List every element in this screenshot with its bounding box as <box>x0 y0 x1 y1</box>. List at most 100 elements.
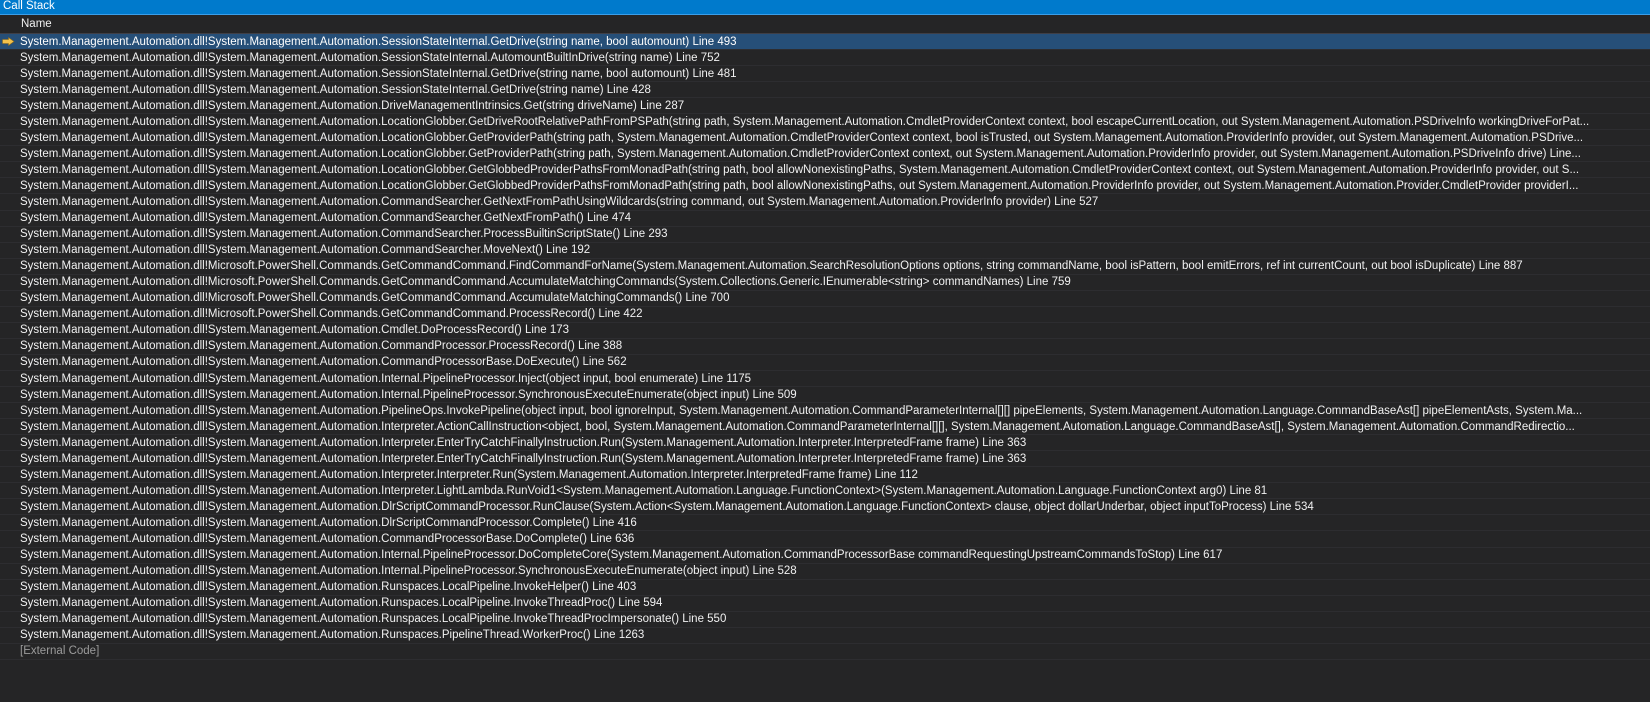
frame-gutter <box>0 34 17 49</box>
frame-name: System.Management.Automation.dll!System.… <box>20 83 651 96</box>
frame-gutter <box>0 499 17 514</box>
frame-gutter <box>0 435 17 450</box>
frame-gutter <box>0 548 17 563</box>
call-stack-window-title: Call Stack <box>0 0 1650 15</box>
frame-name: System.Management.Automation.dll!System.… <box>20 597 663 610</box>
frame-name: System.Management.Automation.dll!System.… <box>20 420 1575 433</box>
frame-name: System.Management.Automation.dll!System.… <box>20 115 1590 128</box>
frame-gutter <box>0 66 17 81</box>
call-stack-list[interactable]: System.Management.Automation.dll!System.… <box>0 34 1650 660</box>
frame-name: System.Management.Automation.dll!System.… <box>20 532 635 545</box>
frame-gutter <box>0 259 17 274</box>
frame-gutter <box>0 596 17 611</box>
call-stack-frame-row[interactable]: System.Management.Automation.dll!System.… <box>0 178 1650 195</box>
frame-name: System.Management.Automation.dll!System.… <box>20 388 797 401</box>
frame-name: System.Management.Automation.dll!System.… <box>20 613 727 626</box>
frame-gutter <box>0 194 17 209</box>
frame-gutter <box>0 387 17 402</box>
frame-gutter <box>0 515 17 530</box>
call-stack-frame-row[interactable]: System.Management.Automation.dll!System.… <box>0 146 1650 163</box>
call-stack-frame-row[interactable]: System.Management.Automation.dll!System.… <box>0 211 1650 227</box>
call-stack-frame-row[interactable]: System.Management.Automation.dll!System.… <box>0 435 1650 452</box>
frame-gutter <box>0 580 17 595</box>
call-stack-frame-row[interactable]: System.Management.Automation.dll!System.… <box>0 323 1650 339</box>
call-stack-frame-row[interactable]: [External Code] <box>0 644 1650 660</box>
frame-gutter <box>0 275 17 290</box>
call-stack-frame-row[interactable]: System.Management.Automation.dll!System.… <box>0 403 1650 420</box>
call-stack-frame-row[interactable]: System.Management.Automation.dll!System.… <box>0 387 1650 404</box>
call-stack-frame-row[interactable]: System.Management.Automation.dll!System.… <box>0 243 1650 259</box>
frame-name: System.Management.Automation.dll!System.… <box>20 212 632 225</box>
call-stack-frame-row[interactable]: System.Management.Automation.dll!System.… <box>0 451 1650 468</box>
frame-name: System.Management.Automation.dll!System.… <box>20 436 1027 449</box>
call-stack-frame-row[interactable]: System.Management.Automation.dll!System.… <box>0 227 1650 243</box>
frame-gutter <box>0 419 17 434</box>
frame-name: System.Management.Automation.dll!System.… <box>20 228 668 241</box>
frame-gutter <box>0 178 17 193</box>
frame-name: System.Management.Automation.dll!System.… <box>20 500 1314 513</box>
frame-name: System.Management.Automation.dll!Microso… <box>20 276 1071 289</box>
call-stack-frame-row[interactable]: System.Management.Automation.dll!System.… <box>0 50 1650 67</box>
frame-gutter <box>0 483 17 498</box>
frame-name: System.Management.Automation.dll!System.… <box>20 581 637 594</box>
call-stack-frame-row[interactable]: System.Management.Automation.dll!System.… <box>0 499 1650 516</box>
frame-gutter <box>0 162 17 177</box>
frame-gutter <box>0 243 17 258</box>
frame-name: System.Management.Automation.dll!System.… <box>20 99 685 112</box>
call-stack-frame-row[interactable]: System.Management.Automation.dll!System.… <box>0 162 1650 179</box>
frame-name: System.Management.Automation.dll!System.… <box>20 340 623 353</box>
frame-name: System.Management.Automation.dll!System.… <box>20 516 637 529</box>
call-stack-frame-row[interactable]: System.Management.Automation.dll!System.… <box>0 483 1650 500</box>
call-stack-frame-row[interactable]: System.Management.Automation.dll!System.… <box>0 515 1650 532</box>
call-stack-frame-row[interactable]: System.Management.Automation.dll!System.… <box>0 596 1650 612</box>
frame-gutter <box>0 564 17 579</box>
external-code-label: [External Code] <box>20 645 100 658</box>
call-stack-frame-row[interactable]: System.Management.Automation.dll!System.… <box>0 339 1650 355</box>
call-stack-frame-row[interactable]: System.Management.Automation.dll!Microso… <box>0 275 1650 291</box>
frame-name: System.Management.Automation.dll!System.… <box>20 452 1027 465</box>
call-stack-frame-row[interactable]: System.Management.Automation.dll!System.… <box>0 82 1650 99</box>
frame-name: System.Management.Automation.dll!Microso… <box>20 260 1523 273</box>
frame-name: System.Management.Automation.dll!System.… <box>20 404 1583 417</box>
call-stack-frame-row[interactable]: System.Management.Automation.dll!System.… <box>0 628 1650 644</box>
call-stack-frame-row[interactable]: System.Management.Automation.dll!System.… <box>0 612 1650 628</box>
call-stack-frame-row[interactable]: System.Management.Automation.dll!System.… <box>0 98 1650 115</box>
call-stack-frame-row[interactable]: System.Management.Automation.dll!System.… <box>0 114 1650 131</box>
frame-gutter <box>0 371 17 386</box>
frame-gutter <box>0 339 17 354</box>
call-stack-frame-row[interactable]: System.Management.Automation.dll!System.… <box>0 548 1650 564</box>
call-stack-frame-row[interactable]: System.Management.Automation.dll!System.… <box>0 194 1650 211</box>
frame-gutter <box>0 323 17 338</box>
frame-name: System.Management.Automation.dll!System.… <box>20 629 645 642</box>
call-stack-frame-row[interactable]: System.Management.Automation.dll!Microso… <box>0 291 1650 307</box>
frame-gutter <box>0 82 17 97</box>
frame-name: System.Management.Automation.dll!System.… <box>20 147 1581 160</box>
frame-gutter <box>0 612 17 627</box>
call-stack-frame-row[interactable]: System.Management.Automation.dll!Microso… <box>0 259 1650 275</box>
column-header-name[interactable]: Name <box>17 15 52 33</box>
frame-name: System.Management.Automation.dll!System.… <box>20 565 797 578</box>
frame-name: System.Management.Automation.dll!System.… <box>20 549 1223 562</box>
call-stack-frame-row[interactable]: System.Management.Automation.dll!Microso… <box>0 307 1650 323</box>
call-stack-frame-row[interactable]: System.Management.Automation.dll!System.… <box>0 531 1650 548</box>
frame-name: System.Management.Automation.dll!Microso… <box>20 292 730 305</box>
call-stack-frame-row[interactable]: System.Management.Automation.dll!System.… <box>0 130 1650 147</box>
call-stack-frame-row[interactable]: System.Management.Automation.dll!System.… <box>0 66 1650 83</box>
call-stack-frame-row[interactable]: System.Management.Automation.dll!System.… <box>0 580 1650 596</box>
call-stack-frame-row[interactable]: System.Management.Automation.dll!System.… <box>0 419 1650 436</box>
frame-gutter <box>0 355 17 370</box>
call-stack-frame-row[interactable]: System.Management.Automation.dll!System.… <box>0 34 1650 51</box>
call-stack-frame-row[interactable]: System.Management.Automation.dll!System.… <box>0 355 1650 371</box>
frame-gutter <box>0 467 17 482</box>
frame-gutter <box>0 130 17 145</box>
call-stack-frame-row[interactable]: System.Management.Automation.dll!System.… <box>0 371 1650 388</box>
call-stack-frame-row[interactable]: System.Management.Automation.dll!System.… <box>0 564 1650 580</box>
current-frame-arrow-icon <box>2 37 15 47</box>
frame-gutter <box>0 644 17 659</box>
frame-name: System.Management.Automation.dll!System.… <box>20 131 1584 144</box>
call-stack-frame-row[interactable]: System.Management.Automation.dll!System.… <box>0 467 1650 484</box>
frame-name: System.Management.Automation.dll!System.… <box>20 468 918 481</box>
frame-name: System.Management.Automation.dll!Microso… <box>20 308 643 321</box>
frame-name: System.Management.Automation.dll!System.… <box>20 35 737 48</box>
frame-gutter <box>0 146 17 161</box>
